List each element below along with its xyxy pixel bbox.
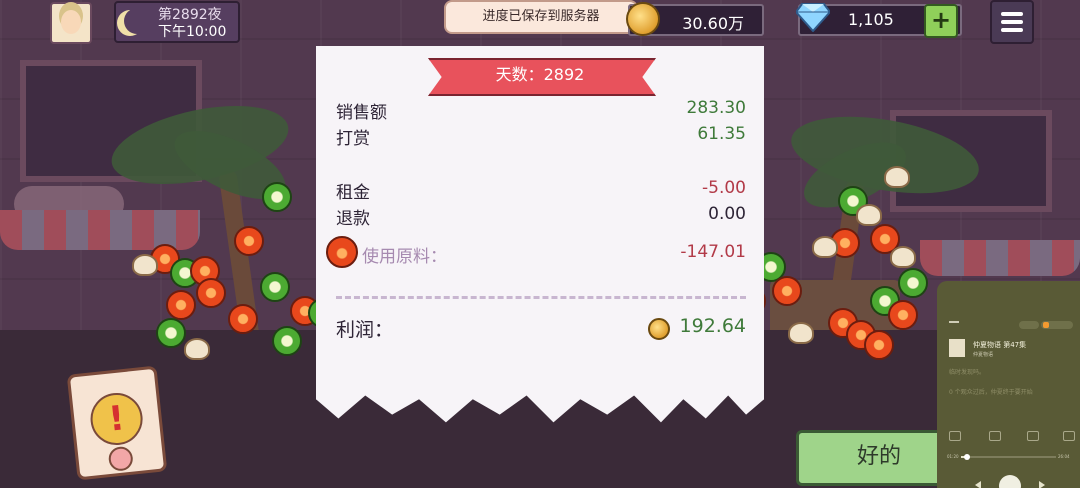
garlic-icon <box>184 338 210 360</box>
gem-balance: 1,105 + <box>796 3 962 38</box>
profit-label: 利润： <box>336 319 394 341</box>
avatar[interactable] <box>50 2 92 44</box>
play-pause-button[interactable] <box>999 475 1021 488</box>
menu-icon <box>1001 20 1023 24</box>
progress-handle[interactable] <box>963 454 970 460</box>
ingredients-row: 使用原料： -147.01 <box>326 236 746 268</box>
tomato-icon <box>864 330 894 360</box>
lyric-line: 临时发现吗。 <box>949 369 986 376</box>
tomato-icon <box>196 278 226 308</box>
add-gems-button[interactable]: + <box>924 4 958 38</box>
sales-row: 销售额 283.30 <box>336 98 746 123</box>
total-time: 26:04 <box>1058 454 1070 459</box>
jalapeno-icon <box>260 272 290 302</box>
coin-icon <box>648 318 670 340</box>
night-counter: 第2892夜 下午10:00 <box>114 1 240 43</box>
row-label: 销售额 <box>336 103 387 123</box>
jalapeno-icon <box>262 182 292 212</box>
diamond-icon <box>796 3 830 32</box>
player-actions <box>947 431 1077 445</box>
playlist-icon[interactable] <box>989 431 1001 441</box>
speed-icon[interactable] <box>1027 431 1039 441</box>
gem-value: 1,105 <box>848 10 894 29</box>
notice-card[interactable]: ! <box>66 365 168 481</box>
floating-media-player[interactable]: 仲夏物语 第47集 仲夏物语 临时发现吗。 0 个观众过后，仲夏终于要开始 01… <box>937 281 1080 488</box>
vip-pill[interactable] <box>1041 321 1073 329</box>
jalapeno-icon <box>898 268 928 298</box>
rent-row: 租金 -5.00 <box>336 178 746 203</box>
jalapeno-icon <box>156 318 186 348</box>
row-value: 283.30 <box>686 98 746 118</box>
jalapeno-icon <box>272 326 302 356</box>
menu-icon <box>1001 12 1023 16</box>
row-value: -147.01 <box>680 242 746 262</box>
clock-time: 下午10:00 <box>158 24 227 40</box>
elapsed-time: 01:20 <box>947 454 959 459</box>
divider <box>336 296 746 299</box>
exclamation-icon: ! <box>88 390 146 448</box>
garlic-icon <box>788 322 814 344</box>
tag-pill[interactable] <box>1019 321 1039 329</box>
avatar-face <box>61 10 81 34</box>
row-label: 打赏 <box>336 129 370 149</box>
garlic-icon <box>812 236 838 258</box>
row-label: 使用原料： <box>362 247 447 267</box>
day-title: 天数：2892 <box>495 65 585 84</box>
notice-dot <box>107 445 134 472</box>
garlic-icon <box>890 246 916 268</box>
track-subtitle: 仲夏物语 <box>973 352 994 358</box>
tomato-icon <box>228 304 258 334</box>
tomato-icon <box>772 276 802 306</box>
garlic-icon <box>132 254 158 276</box>
more-icon[interactable] <box>1063 431 1075 441</box>
row-value: -5.00 <box>702 178 746 198</box>
tomato-icon <box>326 236 358 268</box>
garlic-icon <box>884 166 910 188</box>
row-label: 退款 <box>336 209 370 229</box>
profit-value: 192.64 <box>679 315 746 337</box>
tips-row: 打赏 61.35 <box>336 124 746 149</box>
lyric-line: 0 个观众过后，仲夏终于要开始 <box>949 389 1033 396</box>
save-toast: 进度已保存到服务器 <box>444 0 638 34</box>
tomato-icon <box>234 226 264 256</box>
timer-icon[interactable] <box>949 431 961 441</box>
moon-icon <box>124 8 150 34</box>
row-label: 租金 <box>336 183 370 203</box>
track-title: 仲夏物语 第47集 <box>973 341 1027 349</box>
vip-icon <box>1043 322 1049 328</box>
collapse-icon[interactable] <box>949 317 959 323</box>
row-value: 61.35 <box>697 124 746 144</box>
garlic-icon <box>856 204 882 226</box>
tomato-icon <box>166 290 196 320</box>
refund-row: 退款 0.00 <box>336 204 746 229</box>
coin-value: 30.60万 <box>682 14 744 33</box>
coin-icon <box>626 2 660 36</box>
awning <box>920 240 1080 276</box>
menu-button[interactable] <box>990 0 1034 44</box>
coin-balance: 30.60万 <box>626 2 764 36</box>
next-icon[interactable] <box>1039 481 1045 488</box>
progress-bar[interactable] <box>961 454 1056 460</box>
album-cover <box>949 339 965 357</box>
menu-icon <box>1001 28 1023 32</box>
tomato-icon <box>888 300 918 330</box>
row-value: 0.00 <box>708 204 746 224</box>
previous-icon[interactable] <box>975 481 981 488</box>
